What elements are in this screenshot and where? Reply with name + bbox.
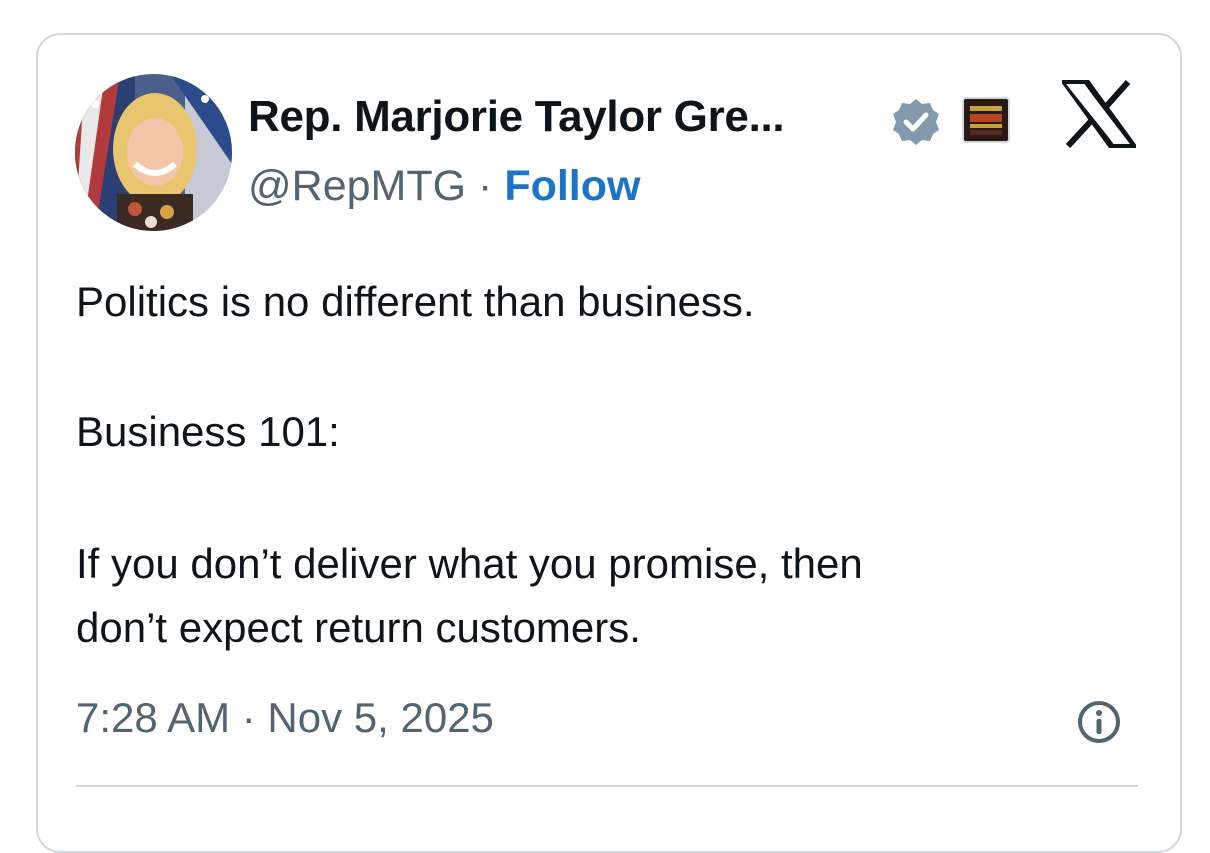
author-handle[interactable]: @RepMTG bbox=[248, 162, 466, 210]
tweet-line-3: If you don’t deliver what you promise, t… bbox=[76, 540, 863, 587]
affiliate-badge-icon[interactable] bbox=[962, 97, 1010, 143]
verified-badge-icon bbox=[893, 99, 939, 145]
tweet-line-4: don’t expect return customers. bbox=[76, 604, 641, 651]
tweet-line-2: Business 101: bbox=[76, 408, 340, 455]
author-display-name[interactable]: Rep. Marjorie Taylor Gre... bbox=[248, 92, 785, 142]
divider bbox=[76, 785, 1138, 787]
follow-button[interactable]: Follow bbox=[504, 162, 640, 210]
tweet-timestamp[interactable]: 7:28 AM · Nov 5, 2025 bbox=[76, 694, 494, 742]
separator-dot: · bbox=[478, 162, 493, 210]
handle-row: @RepMTG · Follow bbox=[248, 162, 640, 211]
avatar[interactable] bbox=[75, 74, 232, 231]
x-logo-icon[interactable] bbox=[1062, 80, 1136, 148]
tweet-line-1: Politics is no different than business. bbox=[76, 278, 755, 325]
info-icon[interactable] bbox=[1075, 698, 1123, 746]
